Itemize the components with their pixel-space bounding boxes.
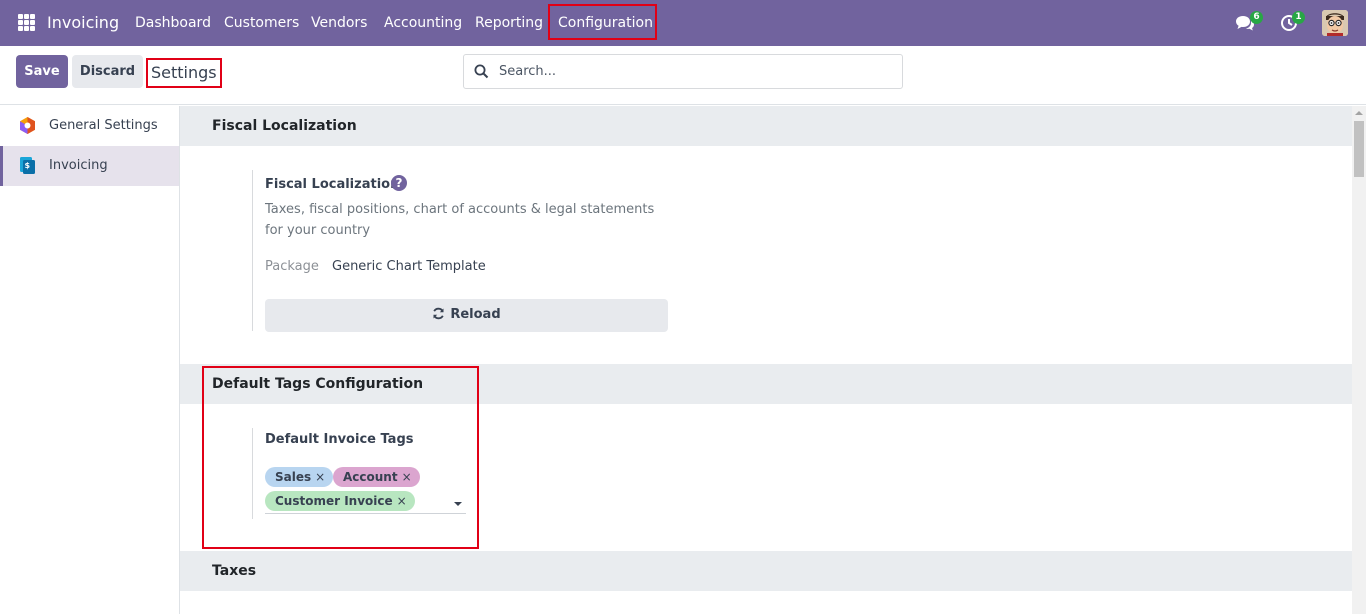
section-header-fiscal: Fiscal Localization bbox=[180, 106, 1352, 146]
search-input[interactable] bbox=[499, 56, 889, 87]
settings-sidebar: General Settings $ Invoicing bbox=[0, 106, 180, 614]
tags-highlight-box bbox=[202, 366, 479, 549]
package-value: Generic Chart Template bbox=[332, 259, 486, 274]
app-brand[interactable]: Invoicing bbox=[47, 13, 119, 32]
menu-reporting[interactable]: Reporting bbox=[475, 15, 543, 31]
section-title: Taxes bbox=[212, 563, 257, 579]
reload-button[interactable]: Reload bbox=[265, 299, 668, 332]
page-title: Settings bbox=[146, 58, 222, 88]
search-box[interactable] bbox=[463, 54, 903, 89]
invoicing-app-icon: $ bbox=[18, 156, 37, 175]
svg-text:$: $ bbox=[25, 161, 31, 170]
menu-customers[interactable]: Customers bbox=[224, 15, 299, 31]
fiscal-description: Taxes, fiscal positions, chart of accoun… bbox=[265, 202, 655, 238]
sidebar-item-label: Invoicing bbox=[49, 158, 108, 173]
messages-badge: 6 bbox=[1250, 11, 1263, 24]
sidebar-item-invoicing[interactable]: $ Invoicing bbox=[0, 146, 179, 186]
menu-vendors[interactable]: Vendors bbox=[311, 15, 367, 31]
menu-dashboard[interactable]: Dashboard bbox=[135, 15, 211, 31]
scrollbar[interactable] bbox=[1352, 106, 1366, 614]
section-header-taxes: Taxes bbox=[180, 551, 1352, 591]
sidebar-item-label: General Settings bbox=[49, 118, 158, 133]
package-label: Package bbox=[265, 259, 319, 274]
sidebar-item-general-settings[interactable]: General Settings bbox=[0, 106, 179, 146]
settings-content: Fiscal Localization Fiscal Localization … bbox=[180, 106, 1352, 614]
discard-button[interactable]: Discard bbox=[72, 55, 143, 88]
activities-badge: 1 bbox=[1292, 11, 1305, 24]
reload-icon bbox=[432, 307, 445, 324]
user-avatar[interactable] bbox=[1322, 10, 1348, 36]
scrollbar-thumb[interactable] bbox=[1354, 121, 1364, 177]
menu-accounting[interactable]: Accounting bbox=[384, 15, 462, 31]
help-icon[interactable]: ? bbox=[391, 175, 407, 191]
setting-divider bbox=[252, 170, 253, 331]
section-title: Fiscal Localization bbox=[212, 118, 357, 134]
top-navbar: Invoicing Dashboard Customers Vendors Ac… bbox=[0, 0, 1366, 46]
save-button[interactable]: Save bbox=[16, 55, 68, 88]
reload-label: Reload bbox=[450, 307, 501, 322]
apps-grid-icon[interactable] bbox=[18, 14, 35, 31]
general-settings-icon bbox=[18, 116, 37, 135]
search-icon bbox=[474, 64, 489, 83]
scroll-up-arrow-icon[interactable] bbox=[1355, 111, 1363, 115]
fiscal-setting-title: Fiscal Localization bbox=[265, 177, 400, 192]
control-panel: Save Discard Settings bbox=[0, 46, 1366, 105]
configuration-highlight-box bbox=[548, 4, 657, 40]
